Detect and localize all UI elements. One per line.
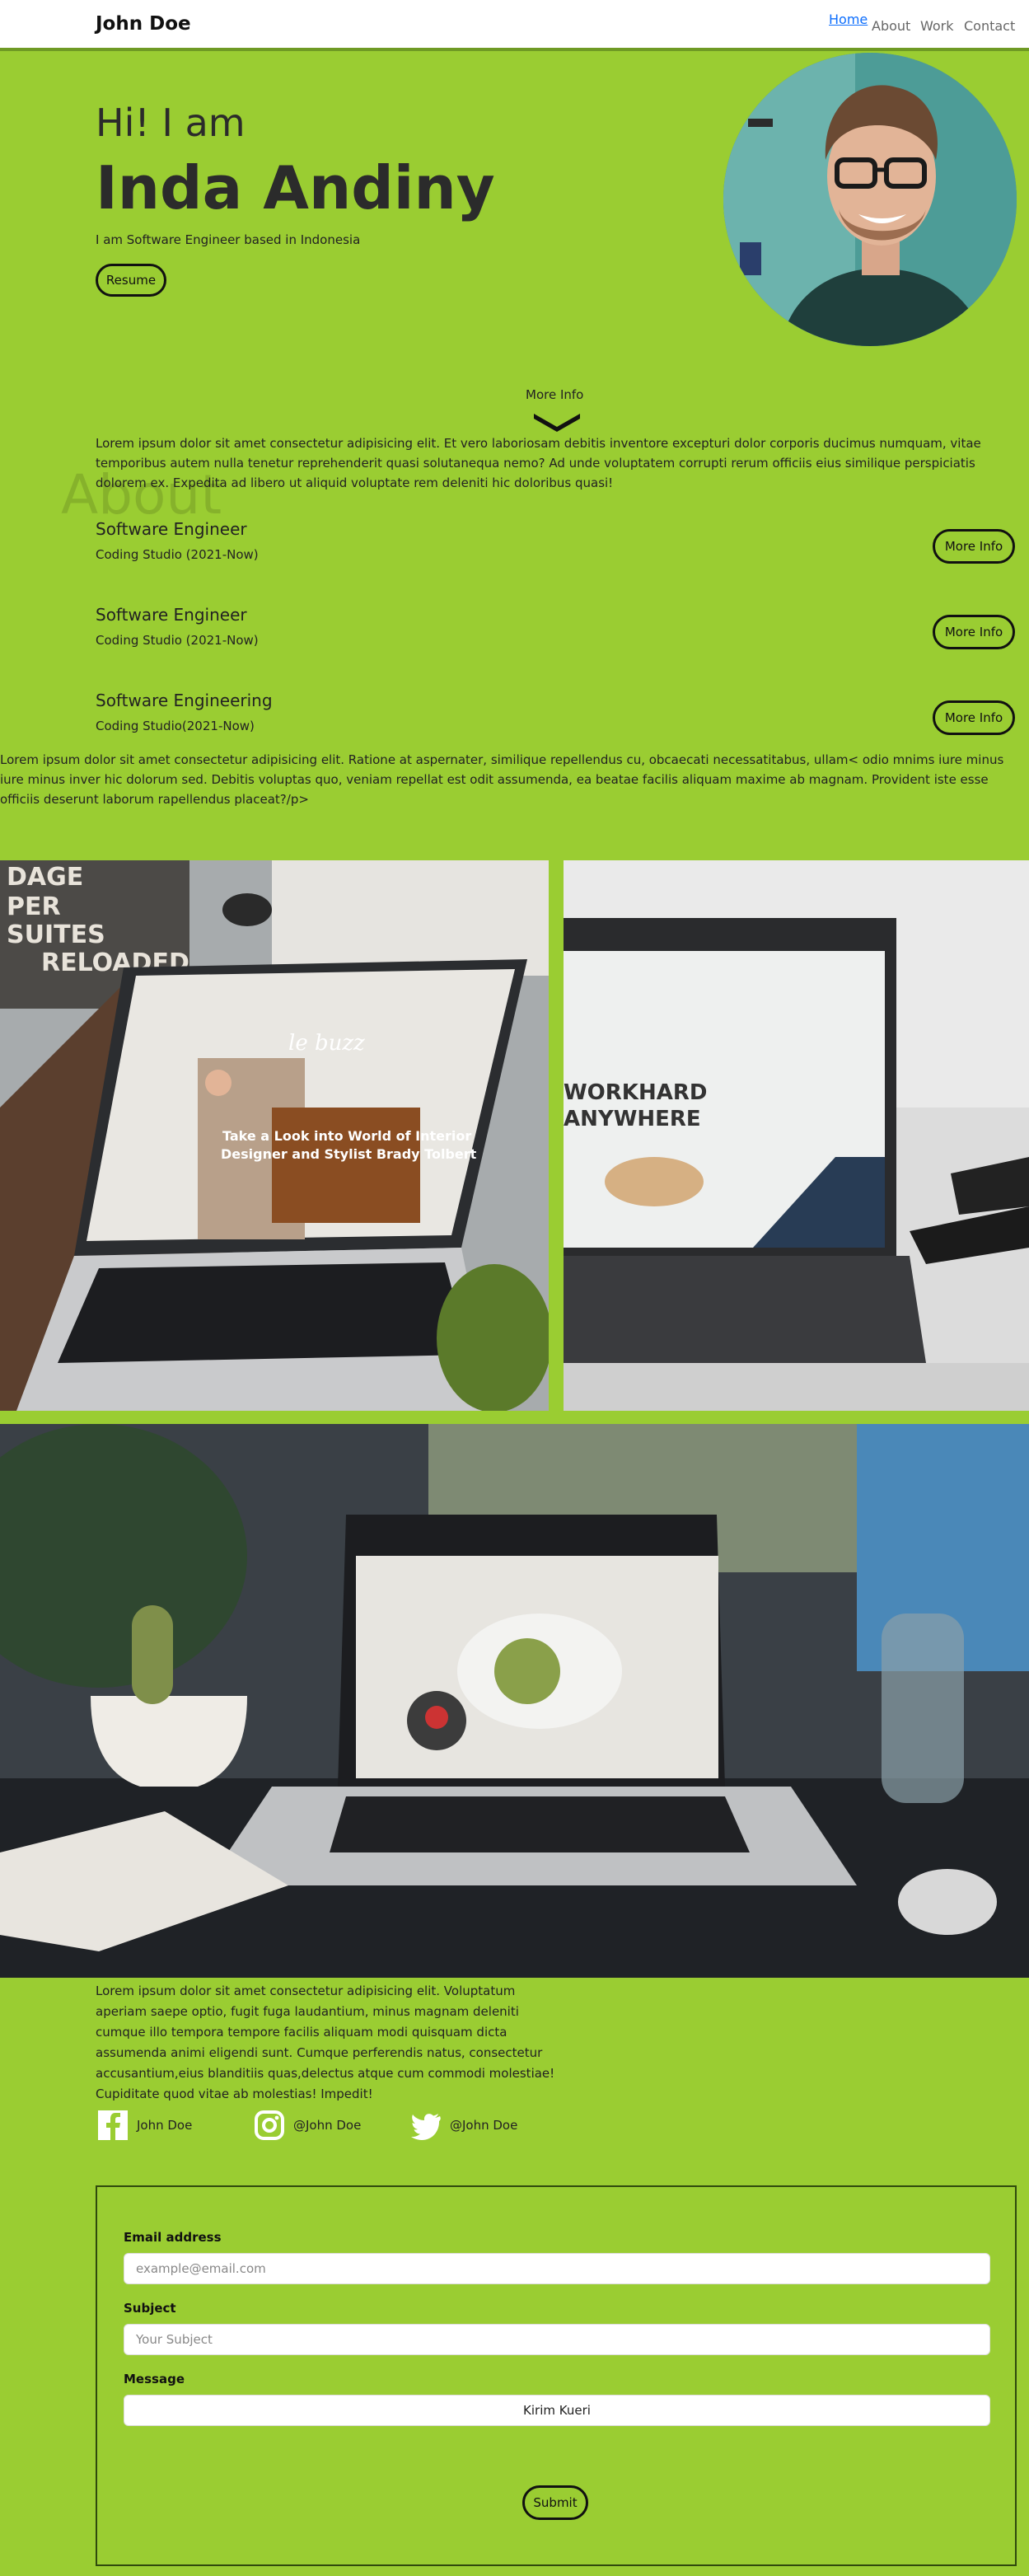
work-photo-laptop-workhard[interactable]: WORKHARD ANYWHERE: [564, 860, 1029, 1411]
social-twitter[interactable]: @John Doe: [410, 2110, 517, 2141]
job-period: Coding Studio (2021-Now): [96, 633, 259, 648]
svg-text:PER: PER: [7, 892, 61, 921]
twitter-icon: [411, 2114, 441, 2140]
more-info-link[interactable]: More Info: [526, 387, 583, 402]
about-section-watermark: About: [61, 463, 222, 527]
hero-subtitle: I am Software Engineer based in Indonesi…: [96, 232, 361, 247]
subject-label: Subject: [124, 2301, 176, 2316]
social-handle: @John Doe: [450, 2118, 518, 2133]
nav-link-home[interactable]: Home: [829, 12, 868, 27]
resume-button[interactable]: Resume: [96, 264, 166, 297]
contact-form: Email address Subject Message Kirim Kuer…: [96, 2185, 1017, 2566]
svg-text:Designer and Stylist Brady Tol: Designer and Stylist Brady Tolbert: [221, 1146, 477, 1162]
brand-logo[interactable]: John Doe: [96, 13, 191, 35]
more-info-button[interactable]: More Info: [933, 700, 1015, 735]
navbar: John Doe Home About Work Contact: [0, 0, 1029, 51]
social-handle: John Doe: [137, 2118, 193, 2133]
svg-text:SUITES: SUITES: [7, 920, 105, 949]
about-paragraph: Lorem ipsum dolor sit amet consectetur a…: [96, 436, 981, 490]
email-label: Email address: [124, 2230, 222, 2245]
social-instagram[interactable]: @John Doe: [254, 2110, 361, 2141]
message-label: Message: [124, 2372, 185, 2386]
job-period: Coding Studio (2021-Now): [96, 547, 259, 562]
hero-greeting: Hi! I am: [96, 101, 246, 145]
work-photo-laptop-desk[interactable]: [0, 1424, 1029, 1978]
nav-link-work[interactable]: Work: [920, 18, 954, 34]
profile-avatar: [723, 53, 1017, 346]
svg-text:Take a Look into World of Inte: Take a Look into World of Interior: [222, 1128, 471, 1144]
more-info-button[interactable]: More Info: [933, 529, 1015, 564]
facebook-icon: [98, 2110, 128, 2140]
social-handle: @John Doe: [293, 2118, 362, 2133]
chevron-down-icon[interactable]: [532, 412, 582, 432]
contact-paragraph: Lorem ipsum dolor sit amet consectetur a…: [96, 1984, 555, 2101]
work-photo-laptop-interior[interactable]: DAGE PER SUITES RELOADED Take a Look int…: [0, 860, 549, 1411]
more-info-button[interactable]: More Info: [933, 615, 1015, 649]
svg-text:DAGE: DAGE: [7, 863, 83, 892]
job-title: Software Engineering: [96, 691, 273, 710]
job-period: Coding Studio(2021-Now): [96, 719, 255, 733]
instagram-icon: [255, 2110, 284, 2140]
subject-field[interactable]: [124, 2324, 990, 2355]
job-title: Software Engineer: [96, 605, 247, 625]
message-field[interactable]: Kirim Kueri: [124, 2395, 990, 2426]
email-field[interactable]: [124, 2253, 990, 2284]
svg-text:WORKHARD: WORKHARD: [564, 1080, 707, 1105]
hero-name: Inda Andiny: [96, 153, 495, 222]
social-facebook[interactable]: John Doe: [97, 2110, 192, 2141]
job-title: Software Engineer: [96, 519, 247, 539]
submit-button[interactable]: Submit: [522, 2485, 588, 2520]
svg-text:ANYWHERE: ANYWHERE: [564, 1107, 701, 1131]
svg-text:le buzz: le buzz: [288, 1031, 365, 1056]
work-paragraph: Lorem ipsum dolor sit amet consectetur a…: [0, 752, 1004, 807]
nav-link-about[interactable]: About: [872, 18, 910, 34]
nav-link-contact[interactable]: Contact: [964, 18, 1015, 34]
